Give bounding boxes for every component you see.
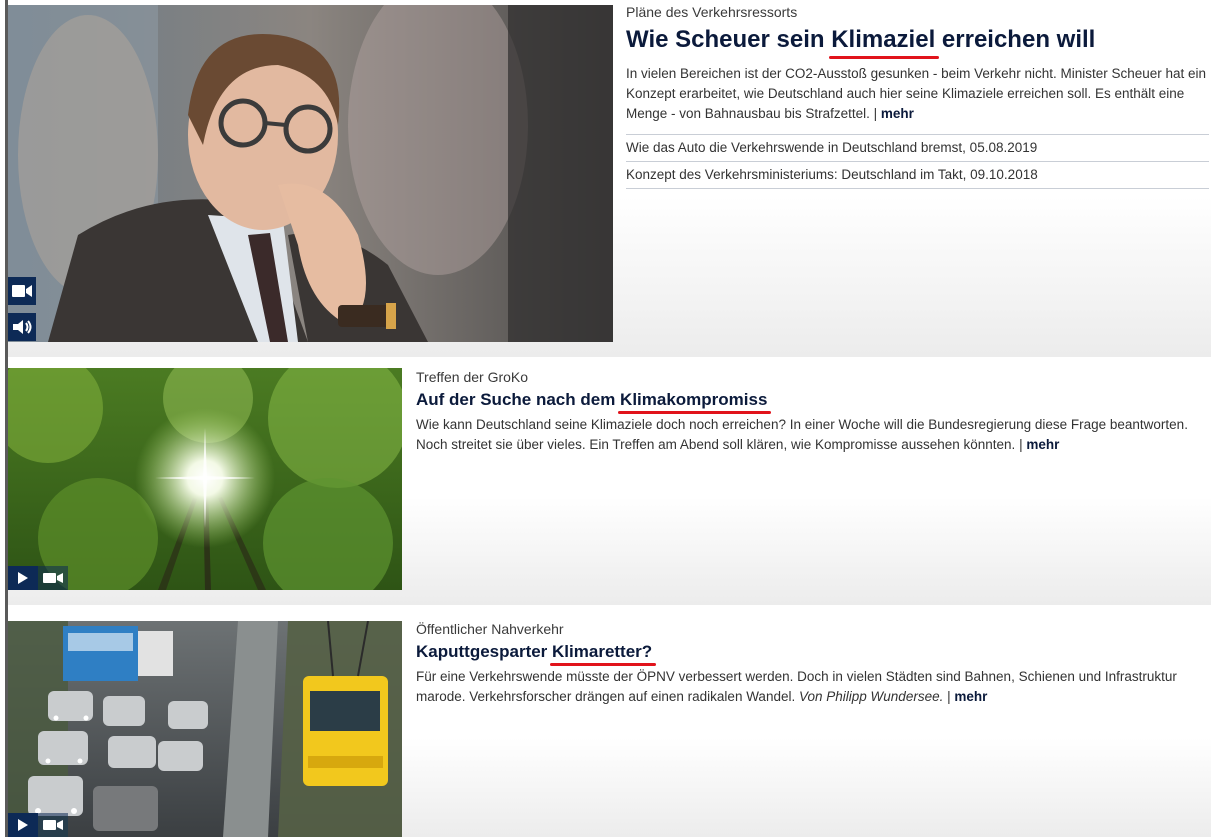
teaser-image-forest-canopy[interactable] [8,368,402,590]
teaser-body: Wie kann Deutschland seine Klimaziele do… [416,417,1188,452]
separator: | [943,689,955,704]
teaser-image-traffic-tram[interactable] [8,621,402,837]
related-links: Wie das Auto die Verkehrswende in Deutsc… [626,134,1209,189]
teaser-body: Für eine Verkehrswende müsste der ÖPNV v… [416,669,1177,704]
teaser-text: In vielen Bereichen ist der CO2-Ausstoß … [626,64,1209,124]
more-link[interactable]: mehr [881,106,914,121]
highlighted-keyword: Klimakompromiss [618,390,772,414]
related-link[interactable]: Konzept des Verkehrsministeriums: Deutsc… [626,161,1209,189]
dachzeile: Öffentlicher Nahverkehr [416,621,564,637]
teaser-text-column: Treffen der GroKo Auf der Suche nach dem… [416,369,1209,455]
video-camera-icon[interactable] [8,277,36,305]
play-icon[interactable] [8,813,38,837]
video-camera-icon[interactable] [38,813,68,837]
headline-link[interactable]: Kaputtgesparter Klimaretter? [416,641,1209,666]
play-icon[interactable] [8,566,38,590]
headline-link[interactable]: Wie Scheuer sein Klimaziel erreichen wil… [626,24,1209,59]
dachzeile: Treffen der GroKo [416,369,529,385]
media-bar [8,813,68,837]
headline-part: Auf der Suche nach dem [416,390,621,409]
more-link[interactable]: mehr [1026,437,1059,452]
teaser-scheuer-klimaziel: Pläne des Verkehrsressorts Wie Scheuer s… [8,0,1211,357]
teaser-text-column: Pläne des Verkehrsressorts Wie Scheuer s… [626,4,1209,189]
teaser-text: Für eine Verkehrswende müsste der ÖPNV v… [416,667,1209,707]
headline-part: Wie Scheuer sein [626,26,832,53]
teaser-image-minister[interactable] [8,5,613,342]
teaser-klimakompromiss: Treffen der GroKo Auf der Suche nach dem… [8,365,1211,605]
author-line: Von Philipp Wundersee. [799,689,944,704]
media-bar [8,566,68,590]
speaker-icon[interactable] [8,313,36,341]
highlighted-keyword: Klimaretter? [550,642,657,666]
headline-link[interactable]: Auf der Suche nach dem Klimakompromiss [416,389,1209,414]
teaser-text-column: Öffentlicher Nahverkehr Kaputtgesparter … [416,621,1209,707]
more-link[interactable]: mehr [954,689,987,704]
headline-part: erreichen will [935,26,1096,53]
teaser-body: In vielen Bereichen ist der CO2-Ausstoß … [626,66,1207,121]
separator: | [869,106,881,121]
related-link[interactable]: Wie das Auto die Verkehrswende in Deutsc… [626,134,1209,161]
separator: | [1015,437,1027,452]
teaser-text: Wie kann Deutschland seine Klimaziele do… [416,415,1209,455]
dachzeile: Pläne des Verkehrsressorts [626,4,798,20]
video-camera-icon[interactable] [38,566,68,590]
headline-part: Kaputtgesparter [416,642,553,661]
teaser-oepnv-klimaretter: Öffentlicher Nahverkehr Kaputtgesparter … [8,617,1211,837]
highlighted-keyword: Klimaziel [829,24,940,59]
